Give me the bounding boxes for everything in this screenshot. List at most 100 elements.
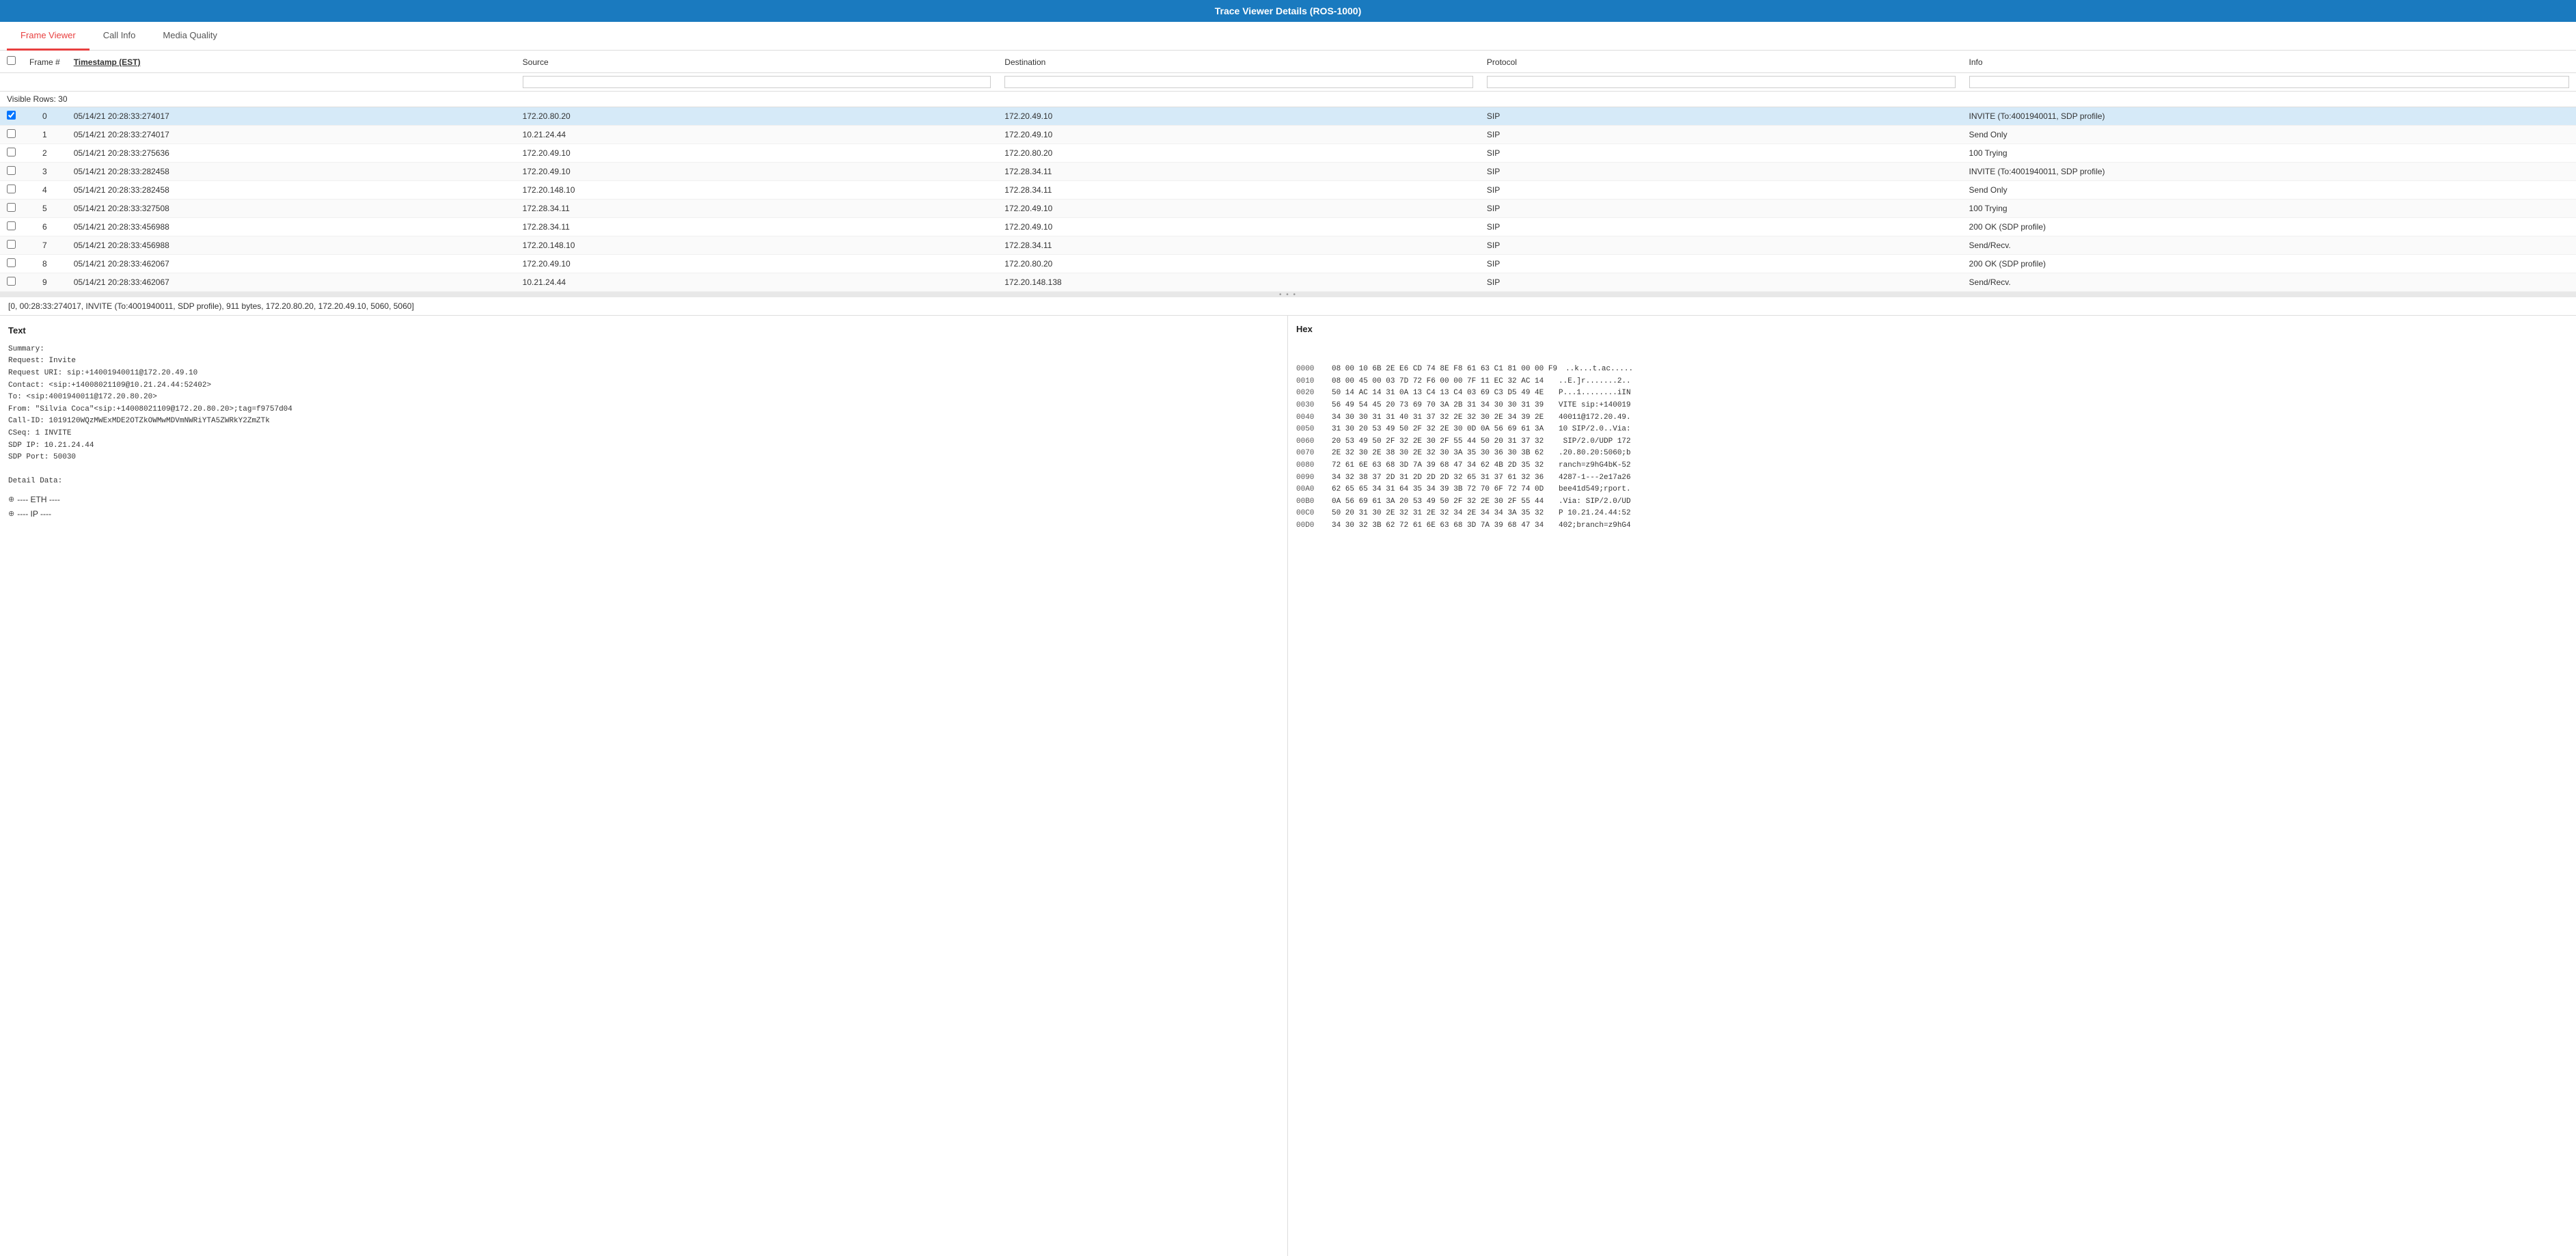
row-checkbox-cell <box>0 163 23 181</box>
hex-offset: 00B0 <box>1296 496 1324 508</box>
row-cell: 10.21.24.44 <box>516 273 998 292</box>
row-cell: 172.20.49.10 <box>998 200 1480 218</box>
row-checkbox[interactable] <box>7 240 16 249</box>
row-cell: SIP <box>1480 144 1962 163</box>
hex-bytes: 08 00 10 6B 2E E6 CD 74 8E F8 61 63 C1 8… <box>1332 364 1557 376</box>
row-cell: SIP <box>1480 273 1962 292</box>
table-row[interactable]: 305/14/21 20:28:33:282458172.20.49.10172… <box>0 163 2576 181</box>
resize-handle[interactable]: • • • <box>0 292 2576 297</box>
table-body: 005/14/21 20:28:33:274017172.20.80.20172… <box>0 107 2576 292</box>
table-row[interactable]: 405/14/21 20:28:33:282458172.20.148.1017… <box>0 181 2576 200</box>
row-cell: 05/14/21 20:28:33:462067 <box>67 273 516 292</box>
tree-item-ip[interactable]: ⊕ ---- IP ---- <box>8 508 1279 521</box>
row-cell: Send/Recv. <box>1962 273 2576 292</box>
table-row[interactable]: 205/14/21 20:28:33:275636172.20.49.10172… <box>0 144 2576 163</box>
hex-line: 00B0 0A 56 69 61 3A 20 53 49 50 2F 32 2E … <box>1296 496 2568 508</box>
hex-ascii: SIP/2.0/UDP 172 <box>1559 436 1631 448</box>
row-cell: 05/14/21 20:28:33:275636 <box>67 144 516 163</box>
row-checkbox-cell <box>0 236 23 255</box>
hex-bytes: 0A 56 69 61 3A 20 53 49 50 2F 32 2E 30 2… <box>1332 496 1550 508</box>
row-cell: 172.28.34.11 <box>998 181 1480 200</box>
row-checkbox[interactable] <box>7 129 16 138</box>
col-header-timestamp[interactable]: Timestamp (EST) <box>67 51 516 73</box>
filter-protocol-input[interactable] <box>1487 76 1956 88</box>
hex-bytes: 31 30 20 53 49 50 2F 32 2E 30 0D 0A 56 6… <box>1332 424 1550 436</box>
row-cell: 172.20.49.10 <box>998 126 1480 144</box>
hex-line: 00C0 50 20 31 30 2E 32 31 2E 32 34 2E 34 … <box>1296 508 2568 520</box>
row-cell: 172.20.49.10 <box>516 163 998 181</box>
filter-destination-input[interactable] <box>1004 76 1473 88</box>
hex-line: 002050 14 AC 14 31 0A 13 C4 13 C4 03 69 … <box>1296 387 2568 400</box>
row-cell: 172.20.80.20 <box>998 144 1480 163</box>
col-header-info: Info <box>1962 51 2576 73</box>
hex-ascii: .20.80.20:5060;b <box>1559 448 1631 460</box>
row-cell: 172.20.80.20 <box>998 255 1480 273</box>
filter-frame-col <box>23 73 67 92</box>
hex-panel: Hex 0000 08 00 10 6B 2E E6 CD 74 8E F8 61… <box>1288 316 2576 1256</box>
row-cell: 172.20.49.10 <box>516 144 998 163</box>
detail-panels: Text Summary: Request: Invite Request UR… <box>0 316 2576 1256</box>
row-cell: 172.28.34.11 <box>998 236 1480 255</box>
hex-ascii: P...1........iIN <box>1559 387 1631 400</box>
row-cell: 172.20.148.10 <box>516 181 998 200</box>
hex-ascii: ..E.]r.......2.. <box>1559 376 1631 388</box>
hex-ascii: 402;branch=z9hG4 <box>1559 520 1631 532</box>
hex-offset: 0060 <box>1296 436 1324 448</box>
filter-source-input[interactable] <box>523 76 991 88</box>
row-checkbox[interactable] <box>7 277 16 286</box>
row-checkbox[interactable] <box>7 203 16 212</box>
tab-media-quality[interactable]: Media Quality <box>149 22 230 51</box>
frames-table: Frame # Timestamp (EST) Source Destinati… <box>0 51 2576 292</box>
table-row[interactable]: 705/14/21 20:28:33:456988172.20.148.1017… <box>0 236 2576 255</box>
tab-frame-viewer[interactable]: Frame Viewer <box>7 22 90 51</box>
table-row[interactable]: 905/14/21 20:28:33:46206710.21.24.44172.… <box>0 273 2576 292</box>
hex-ascii: 10 SIP/2.0..Via: <box>1559 424 1631 436</box>
hex-bytes: 62 65 65 34 31 64 35 34 39 3B 72 70 6F 7… <box>1332 484 1550 496</box>
table-row[interactable]: 005/14/21 20:28:33:274017172.20.80.20172… <box>0 107 2576 126</box>
table-row[interactable]: 605/14/21 20:28:33:456988172.28.34.11172… <box>0 218 2576 236</box>
row-checkbox[interactable] <box>7 148 16 156</box>
row-cell: 200 OK (SDP profile) <box>1962 255 2576 273</box>
tab-call-info[interactable]: Call Info <box>90 22 150 51</box>
row-cell: 172.28.34.11 <box>998 163 1480 181</box>
table-row[interactable]: 805/14/21 20:28:33:462067172.20.49.10172… <box>0 255 2576 273</box>
hex-line: 001008 00 45 00 03 7D 72 F6 00 00 7F 11 … <box>1296 376 2568 388</box>
hex-panel-title: Hex <box>1296 324 2568 334</box>
tree-item-eth[interactable]: ⊕ ---- ETH ---- <box>8 493 1279 506</box>
filter-timestamp-col <box>67 73 516 92</box>
row-cell: 100 Trying <box>1962 144 2576 163</box>
hex-bytes: 50 20 31 30 2E 32 31 2E 32 34 2E 34 34 3… <box>1332 508 1550 520</box>
hex-offset: 0080 <box>1296 460 1324 472</box>
filter-info-input[interactable] <box>1969 76 2569 88</box>
hex-line: 009034 32 38 37 2D 31 2D 2D 2D 32 65 31 … <box>1296 472 2568 484</box>
row-cell: 05/14/21 20:28:33:282458 <box>67 181 516 200</box>
hex-line: 003056 49 54 45 20 73 69 70 3A 2B 31 34 … <box>1296 400 2568 412</box>
row-cell: SIP <box>1480 255 1962 273</box>
row-checkbox[interactable] <box>7 221 16 230</box>
table-row[interactable]: 105/14/21 20:28:33:27401710.21.24.44172.… <box>0 126 2576 144</box>
row-checkbox[interactable] <box>7 185 16 193</box>
title-bar: Trace Viewer Details (ROS-1000) <box>0 0 2576 22</box>
row-cell: 05/14/21 20:28:33:274017 <box>67 107 516 126</box>
row-checkbox[interactable] <box>7 258 16 267</box>
hex-offset: 0020 <box>1296 387 1324 400</box>
hex-bytes: 72 61 6E 63 68 3D 7A 39 68 47 34 62 4B 2… <box>1332 460 1550 472</box>
hex-line: 0060 20 53 49 50 2F 32 2E 30 2F 55 44 50 … <box>1296 436 2568 448</box>
row-cell: Send Only <box>1962 181 2576 200</box>
select-all-checkbox[interactable] <box>7 56 16 65</box>
hex-ascii: bee41d549;rport. <box>1559 484 1631 496</box>
hex-ascii: ..k...t.ac..... <box>1565 364 1633 376</box>
row-checkbox[interactable] <box>7 111 16 120</box>
row-checkbox[interactable] <box>7 166 16 175</box>
table-row[interactable]: 505/14/21 20:28:33:327508172.28.34.11172… <box>0 200 2576 218</box>
top-panel: Frame # Timestamp (EST) Source Destinati… <box>0 51 2576 292</box>
hex-offset: 0000 <box>1296 364 1324 376</box>
hex-offset: 00C0 <box>1296 508 1324 520</box>
row-cell: 172.20.49.10 <box>516 255 998 273</box>
hex-bytes: 20 53 49 50 2F 32 2E 30 2F 55 44 50 20 3… <box>1332 436 1550 448</box>
hex-offset: 00A0 <box>1296 484 1324 496</box>
hex-offset: 00D0 <box>1296 520 1324 532</box>
row-cell: SIP <box>1480 236 1962 255</box>
hex-offset: 0010 <box>1296 376 1324 388</box>
row-cell: 05/14/21 20:28:33:456988 <box>67 218 516 236</box>
